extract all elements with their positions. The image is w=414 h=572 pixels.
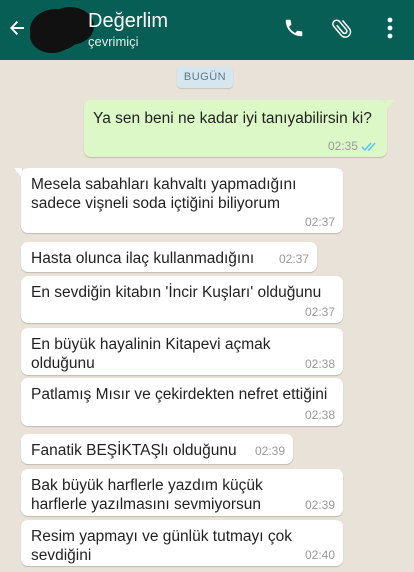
message-time: 02:37 (304, 215, 335, 229)
message-time: 02:37 (304, 305, 335, 319)
double-check-icon (361, 141, 379, 152)
attach-button[interactable] (318, 0, 366, 60)
phone-icon (283, 17, 305, 44)
chat-screen: Değerlim çevrimiçi BUGÜN Ya sen beni ne … (0, 0, 414, 572)
avatar[interactable] (30, 9, 82, 51)
paperclip-icon (330, 16, 354, 45)
arrow-left-icon (7, 18, 27, 43)
message-bubble-incoming[interactable]: En sevdiğin kitabın 'İncir Kuşları' oldu… (21, 276, 343, 323)
message-bubble-incoming[interactable]: Patlamış Mısır ve çekirdekten nefret ett… (21, 378, 343, 426)
menu-button[interactable] (366, 0, 414, 60)
date-divider: BUGÜN (177, 66, 233, 88)
message-text: Resim yapmayı ve günlük tutmayı çok sevd… (31, 528, 293, 564)
message-list[interactable]: BUGÜN Ya sen beni ne kadar iyi tanıyabil… (0, 60, 414, 572)
header-actions (270, 0, 414, 60)
message-time: 02:39 (254, 444, 285, 458)
message-bubble-incoming[interactable]: Fanatik BEŞİKTAŞlı olduğunu 02:39 (21, 434, 293, 464)
message-time: 02:38 (304, 357, 335, 371)
message-time: 02:39 (304, 498, 335, 512)
message-bubble-incoming[interactable]: Mesela sabahları kahvaltı yapmadığını sa… (14, 168, 343, 233)
call-button[interactable] (270, 0, 318, 60)
message-time: 02:35 (327, 139, 358, 153)
message-text: En büyük hayalinin Kitapevi açmak olduğu… (31, 336, 271, 372)
message-text: Bak büyük harflerle yazdım küçük harfler… (31, 477, 263, 513)
message-bubble-outgoing[interactable]: Ya sen beni ne kadar iyi tanıyabilirsin … (84, 100, 394, 157)
message-text: En sevdiğin kitabın 'İncir Kuşları' oldu… (31, 284, 322, 301)
chat-header: Değerlim çevrimiçi (0, 0, 414, 60)
message-bubble-incoming[interactable]: Bak büyük harflerle yazdım küçük harfler… (21, 469, 343, 516)
contact-status: çevrimiçi (88, 34, 139, 49)
message-text: Mesela sabahları kahvaltı yapmadığını sa… (31, 176, 297, 212)
message-time: 02:38 (304, 408, 335, 422)
message-bubble-incoming[interactable]: En büyük hayalinin Kitapevi açmak olduğu… (21, 328, 343, 375)
contact-name: Değerlim (88, 10, 169, 32)
message-bubble-incoming[interactable]: Resim yapmayı ve günlük tutmayı çok sevd… (21, 520, 343, 566)
message-time: 02:40 (304, 548, 335, 562)
more-vert-icon (386, 17, 394, 44)
message-time: 02:37 (278, 252, 309, 266)
message-bubble-incoming[interactable]: Hasta olunca ilaç kullanmadığını 02:37 (21, 242, 317, 272)
back-button[interactable] (6, 0, 28, 60)
message-text: Fanatik BEŞİKTAŞlı olduğunu (31, 442, 237, 459)
message-text: Ya sen beni ne kadar iyi tanıyabilirsin … (93, 110, 372, 127)
contact-info[interactable]: Değerlim çevrimiçi (88, 10, 168, 50)
message-text: Hasta olunca ilaç kullanmadığını (31, 250, 255, 267)
message-text: Patlamış Mısır ve çekirdekten nefret ett… (31, 386, 328, 403)
